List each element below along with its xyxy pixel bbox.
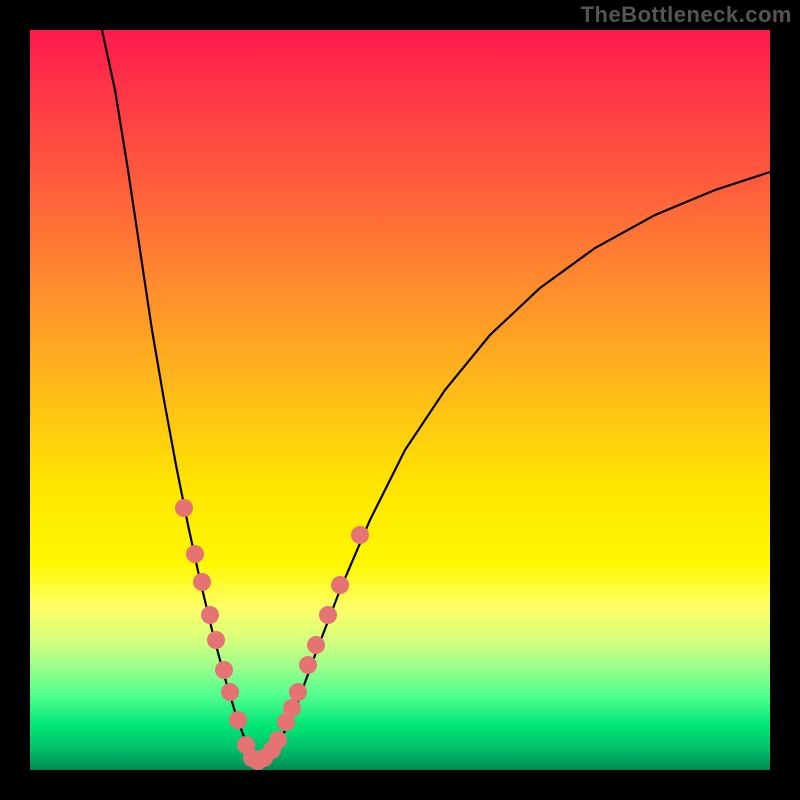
data-point <box>319 606 337 624</box>
data-point <box>351 526 369 544</box>
data-point <box>283 699 301 717</box>
data-point <box>207 631 225 649</box>
bottleneck-curve <box>30 30 770 770</box>
data-point <box>215 661 233 679</box>
data-point <box>331 576 349 594</box>
attribution-text: TheBottleneck.com <box>581 2 792 28</box>
data-point <box>299 656 317 674</box>
data-point <box>269 731 287 749</box>
curve-right-branch <box>255 172 770 760</box>
chart-area <box>30 30 770 770</box>
data-point <box>201 606 219 624</box>
data-point <box>186 545 204 563</box>
data-point <box>229 711 247 729</box>
data-point <box>289 683 307 701</box>
curve-left-branch <box>102 30 255 760</box>
data-point <box>175 499 193 517</box>
data-point <box>307 636 325 654</box>
data-point <box>193 573 211 591</box>
data-point <box>221 683 239 701</box>
data-point-markers <box>175 499 369 770</box>
